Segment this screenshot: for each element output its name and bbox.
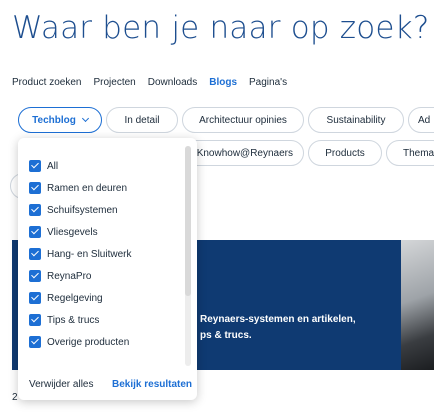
hero-text-line-1: Reynaers-systemen en artikelen, — [200, 314, 356, 325]
filter-chip-products[interactable]: Products — [308, 140, 382, 166]
filter-option-label: All — [47, 160, 59, 172]
scrollbar-thumb[interactable] — [185, 146, 191, 296]
filter-chip-label: Techblog — [32, 114, 76, 126]
filter-option-label: Overige producten — [47, 336, 130, 348]
filter-option-label: Vliesgevels — [47, 226, 98, 238]
filter-chip-ad[interactable]: Ad — [408, 107, 434, 133]
filter-option-hang-en-sluitwerk[interactable]: Hang- en Sluitwerk — [29, 243, 179, 265]
filter-option-all[interactable]: All — [29, 155, 179, 177]
tab-downloads[interactable]: Downloads — [148, 77, 197, 88]
filter-option-label: Regelgeving — [47, 292, 103, 304]
hero-text: Reynaers-systemen en artikelen, ps & tru… — [200, 312, 400, 344]
checkbox-checked-icon[interactable] — [29, 292, 41, 304]
filter-option-label: Ramen en deuren — [47, 182, 128, 194]
filter-option-regelgeving[interactable]: Regelgeving — [29, 287, 179, 309]
filter-option-overige-producten[interactable]: Overige producten — [29, 331, 179, 353]
tab-product-zoeken[interactable]: Product zoeken — [12, 77, 82, 88]
clear-all-button[interactable]: Verwijder alles — [29, 379, 93, 390]
checkbox-checked-icon[interactable] — [29, 182, 41, 194]
filter-option-schuifsystemen[interactable]: Schuifsystemen — [29, 199, 179, 221]
results-count: 2 — [12, 392, 18, 403]
checkbox-checked-icon[interactable] — [29, 160, 41, 172]
hero-text-line-2: ps & trucs. — [200, 330, 252, 341]
techblog-filter-dropdown: All Ramen en deuren Schuifsystemen Vlies… — [18, 138, 197, 400]
filter-chip-thema[interactable]: Thema — [386, 140, 434, 166]
checkbox-checked-icon[interactable] — [29, 270, 41, 282]
tab-projecten[interactable]: Projecten — [94, 77, 136, 88]
chevron-down-icon — [81, 114, 89, 123]
dropdown-scrollbar[interactable] — [185, 146, 191, 366]
filter-chip-techblog[interactable]: Techblog — [18, 107, 102, 133]
filter-option-label: ReynaPro — [47, 270, 92, 282]
view-results-button[interactable]: Bekijk resultaten — [112, 379, 192, 390]
filter-option-list: All Ramen en deuren Schuifsystemen Vlies… — [29, 155, 179, 353]
filter-option-label: Schuifsystemen — [47, 204, 118, 216]
filter-option-label: Hang- en Sluitwerk — [47, 248, 132, 260]
filter-option-ramen-en-deuren[interactable]: Ramen en deuren — [29, 177, 179, 199]
checkbox-checked-icon[interactable] — [29, 226, 41, 238]
filter-option-label: Tips & trucs — [47, 314, 100, 326]
filter-chip-in-detail[interactable]: In detail — [106, 107, 178, 133]
page-title: Waar ben je naar op zoek? — [12, 10, 430, 46]
checkbox-checked-icon[interactable] — [29, 248, 41, 260]
filter-option-reynapro[interactable]: ReynaPro — [29, 265, 179, 287]
checkbox-checked-icon[interactable] — [29, 336, 41, 348]
filter-option-vliesgevels[interactable]: Vliesgevels — [29, 221, 179, 243]
search-tabs: Product zoeken Projecten Downloads Blogs… — [12, 77, 299, 88]
tab-paginas[interactable]: Pagina's — [249, 77, 287, 88]
filter-chip-sustainability[interactable]: Sustainability — [308, 107, 404, 133]
hero-photo — [401, 240, 434, 370]
filter-chip-architectuur-opinies[interactable]: Architectuur opinies — [182, 107, 304, 133]
tab-blogs[interactable]: Blogs — [209, 77, 237, 88]
checkbox-checked-icon[interactable] — [29, 204, 41, 216]
checkbox-checked-icon[interactable] — [29, 314, 41, 326]
filter-option-tips-en-trucs[interactable]: Tips & trucs — [29, 309, 179, 331]
